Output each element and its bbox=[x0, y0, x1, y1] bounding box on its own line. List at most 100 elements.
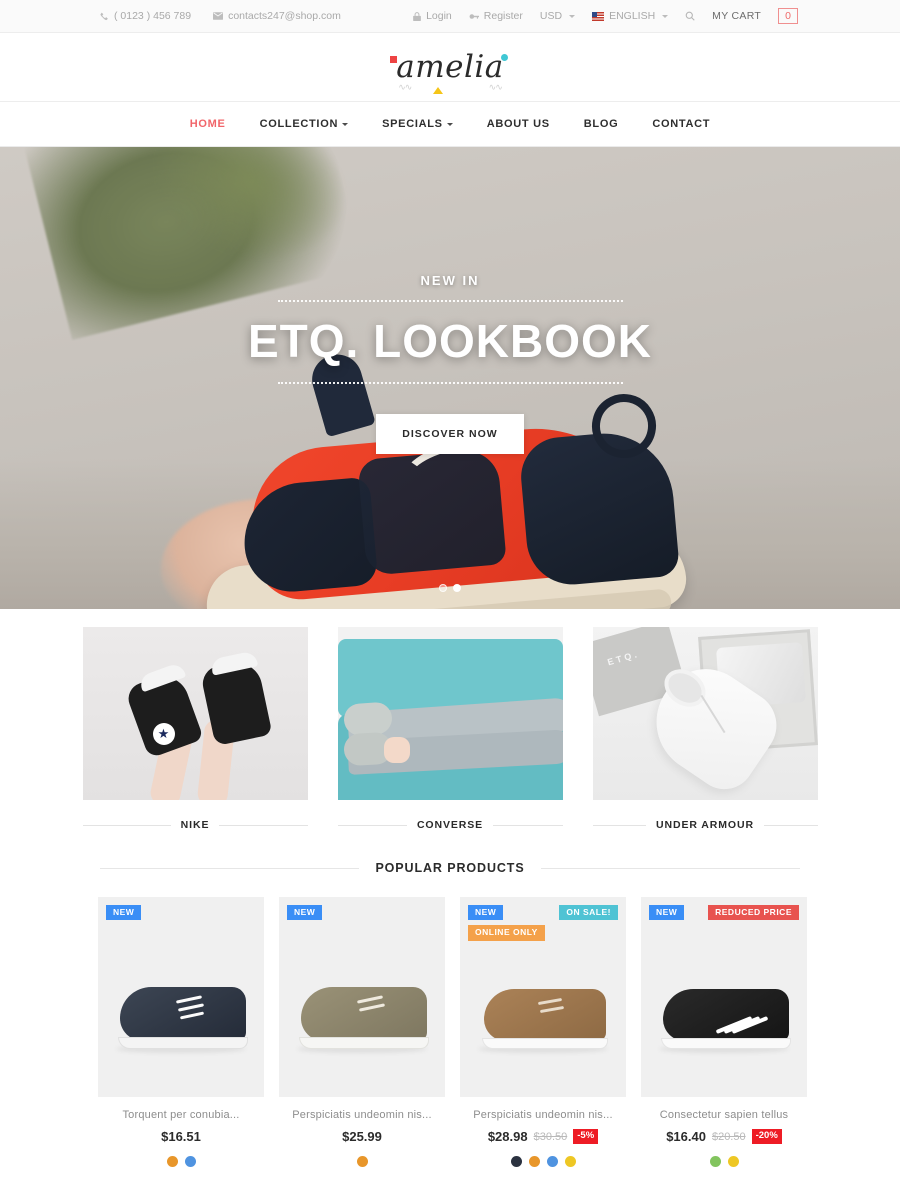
category-label: NIKE bbox=[180, 819, 210, 831]
logo-text: amelia bbox=[396, 48, 504, 85]
language-label: ENGLISH bbox=[609, 10, 656, 22]
email-item[interactable]: contacts247@shop.com bbox=[213, 10, 341, 22]
logo-squiggle-left-icon: ∿∿ bbox=[398, 81, 412, 92]
product-old-price: $30.50 bbox=[533, 1130, 568, 1143]
category-image-converse bbox=[337, 627, 563, 800]
chevron-down-icon bbox=[569, 14, 576, 18]
badge-new: NEW bbox=[649, 905, 685, 921]
popular-products-heading: POPULAR PRODUCTS bbox=[0, 831, 900, 875]
product-name[interactable]: Torquent per conubia... bbox=[98, 1097, 264, 1121]
phone-icon bbox=[100, 12, 109, 21]
product-name[interactable]: Consectetur sapien tellus bbox=[641, 1097, 807, 1121]
shoe-sole bbox=[661, 1038, 791, 1049]
badge-on-sale: ON SALE! bbox=[559, 905, 618, 921]
category-image-nike: ★ bbox=[82, 627, 308, 800]
divider-line bbox=[763, 824, 818, 826]
product-discount-badge: -5% bbox=[573, 1129, 599, 1144]
chevron-down-icon bbox=[446, 122, 453, 126]
section-heading-text: POPULAR PRODUCTS bbox=[375, 861, 525, 875]
login-label: Login bbox=[426, 10, 452, 22]
chevron-down-icon bbox=[662, 14, 669, 18]
product-card[interactable]: NEW ONLINE ONLY ON SALE! Perspiciatis un… bbox=[460, 897, 626, 1167]
cart-label: MY CART bbox=[712, 10, 762, 22]
shoe-upper bbox=[301, 987, 427, 1041]
lock-icon bbox=[413, 11, 421, 21]
sneaker-illustration bbox=[279, 897, 445, 1097]
product-card[interactable]: NEW Torquent per conubia... $16.51 bbox=[98, 897, 264, 1167]
product-grid: NEW Torquent per conubia... $16.51 NEW P… bbox=[0, 875, 900, 1193]
logo-bar: ∿∿ ∿∿ amelia bbox=[0, 33, 900, 102]
product-name[interactable]: Perspiciatis undeomin nis... bbox=[279, 1097, 445, 1121]
shoe-upper bbox=[484, 989, 606, 1041]
site-logo[interactable]: ∿∿ ∿∿ amelia bbox=[390, 48, 508, 94]
nav-item-contact[interactable]: CONTACT bbox=[652, 118, 710, 130]
badge-new: NEW bbox=[468, 905, 504, 921]
product-discount-badge: -20% bbox=[751, 1129, 782, 1144]
product-image[interactable]: NEW bbox=[98, 897, 264, 1097]
top-bar-actions: Login Register USD ENGLISH MY CART 0 bbox=[413, 7, 798, 25]
product-price-row: $28.98 $30.50 -5% bbox=[460, 1121, 626, 1144]
nav-item-specials[interactable]: SPECIALS bbox=[382, 118, 453, 130]
discover-now-button[interactable]: DISCOVER NOW bbox=[376, 413, 524, 454]
shoe-sole bbox=[482, 1038, 608, 1049]
product-price-row: $25.99 bbox=[279, 1121, 445, 1144]
product-price: $28.98 bbox=[487, 1129, 528, 1144]
badge-new: NEW bbox=[106, 905, 142, 921]
search-button[interactable] bbox=[685, 11, 695, 21]
product-badges-left: NEW ONLINE ONLY bbox=[468, 905, 545, 941]
star-logo-icon: ★ bbox=[152, 723, 175, 745]
product-badges-left: NEW bbox=[106, 905, 142, 921]
category-nike[interactable]: ★ NIKE bbox=[82, 627, 308, 831]
category-label: UNDER ARMOUR bbox=[656, 819, 754, 831]
phone-item[interactable]: ( 0123 ) 456 789 bbox=[100, 10, 191, 22]
nav-label: ABOUT US bbox=[486, 118, 550, 130]
product-image[interactable]: NEW REDUCED PRICE bbox=[641, 897, 807, 1097]
nav-label: COLLECTION bbox=[259, 118, 339, 130]
divider-line bbox=[100, 867, 360, 869]
nav-item-about-us[interactable]: ABOUT US bbox=[487, 118, 550, 130]
product-color-swatches bbox=[98, 1144, 264, 1167]
product-price-row: $16.51 bbox=[98, 1121, 264, 1144]
divider-line bbox=[493, 824, 563, 826]
nav-label: CONTACT bbox=[652, 118, 711, 130]
top-bar: ( 0123 ) 456 789 contacts247@shop.com Lo… bbox=[0, 0, 900, 33]
ankle-shape bbox=[383, 737, 410, 763]
hero-content: NEW IN ETQ. LOOKBOOK DISCOVER NOW bbox=[0, 147, 900, 609]
language-selector[interactable]: ENGLISH bbox=[592, 10, 669, 22]
key-icon bbox=[469, 12, 479, 21]
register-link[interactable]: Register bbox=[469, 10, 523, 22]
product-old-price: $20.50 bbox=[711, 1130, 746, 1143]
cart-count-badge[interactable]: 0 bbox=[778, 7, 798, 25]
product-badges-left: NEW bbox=[287, 905, 323, 921]
divider-line bbox=[219, 824, 308, 826]
divider-line bbox=[337, 824, 407, 826]
product-image[interactable]: NEW bbox=[279, 897, 445, 1097]
nav-item-home[interactable]: HOME bbox=[190, 118, 226, 130]
hero-carousel[interactable]: NEW IN ETQ. LOOKBOOK DISCOVER NOW bbox=[0, 147, 900, 609]
category-banners: ★ NIKE CONVERSE ETQ. UNDER ARMOUR bbox=[0, 609, 900, 831]
shoe-upper bbox=[120, 987, 246, 1041]
carousel-dot-1[interactable] bbox=[439, 584, 447, 592]
nav-label: HOME bbox=[189, 118, 226, 130]
nike-shoes-photo: ★ bbox=[82, 627, 308, 800]
product-card[interactable]: NEW REDUCED PRICE Consectetur sapien tel… bbox=[641, 897, 807, 1167]
nav-item-collection[interactable]: COLLECTION bbox=[260, 118, 349, 130]
nav-label: SPECIALS bbox=[382, 118, 443, 130]
badge-new: NEW bbox=[287, 905, 323, 921]
login-link[interactable]: Login bbox=[413, 10, 452, 22]
category-under-armour[interactable]: ETQ. UNDER ARMOUR bbox=[592, 627, 818, 831]
category-image-under-armour: ETQ. bbox=[592, 627, 818, 800]
hero-divider-bottom bbox=[277, 381, 623, 384]
currency-selector[interactable]: USD bbox=[540, 10, 576, 22]
carousel-indicators bbox=[0, 584, 900, 592]
carousel-dot-2[interactable] bbox=[453, 584, 461, 592]
phone-number: ( 0123 ) 456 789 bbox=[114, 10, 192, 22]
product-image[interactable]: NEW ONLINE ONLY ON SALE! bbox=[460, 897, 626, 1097]
cart-button[interactable]: MY CART bbox=[712, 10, 761, 22]
nav-item-blog[interactable]: BLOG bbox=[584, 118, 619, 130]
product-card[interactable]: NEW Perspiciatis undeomin nis... $25.99 bbox=[279, 897, 445, 1167]
product-name[interactable]: Perspiciatis undeomin nis... bbox=[460, 1097, 626, 1121]
shoe-sole bbox=[118, 1037, 248, 1049]
badge-online-only: ONLINE ONLY bbox=[468, 925, 545, 941]
category-converse[interactable]: CONVERSE bbox=[337, 627, 563, 831]
